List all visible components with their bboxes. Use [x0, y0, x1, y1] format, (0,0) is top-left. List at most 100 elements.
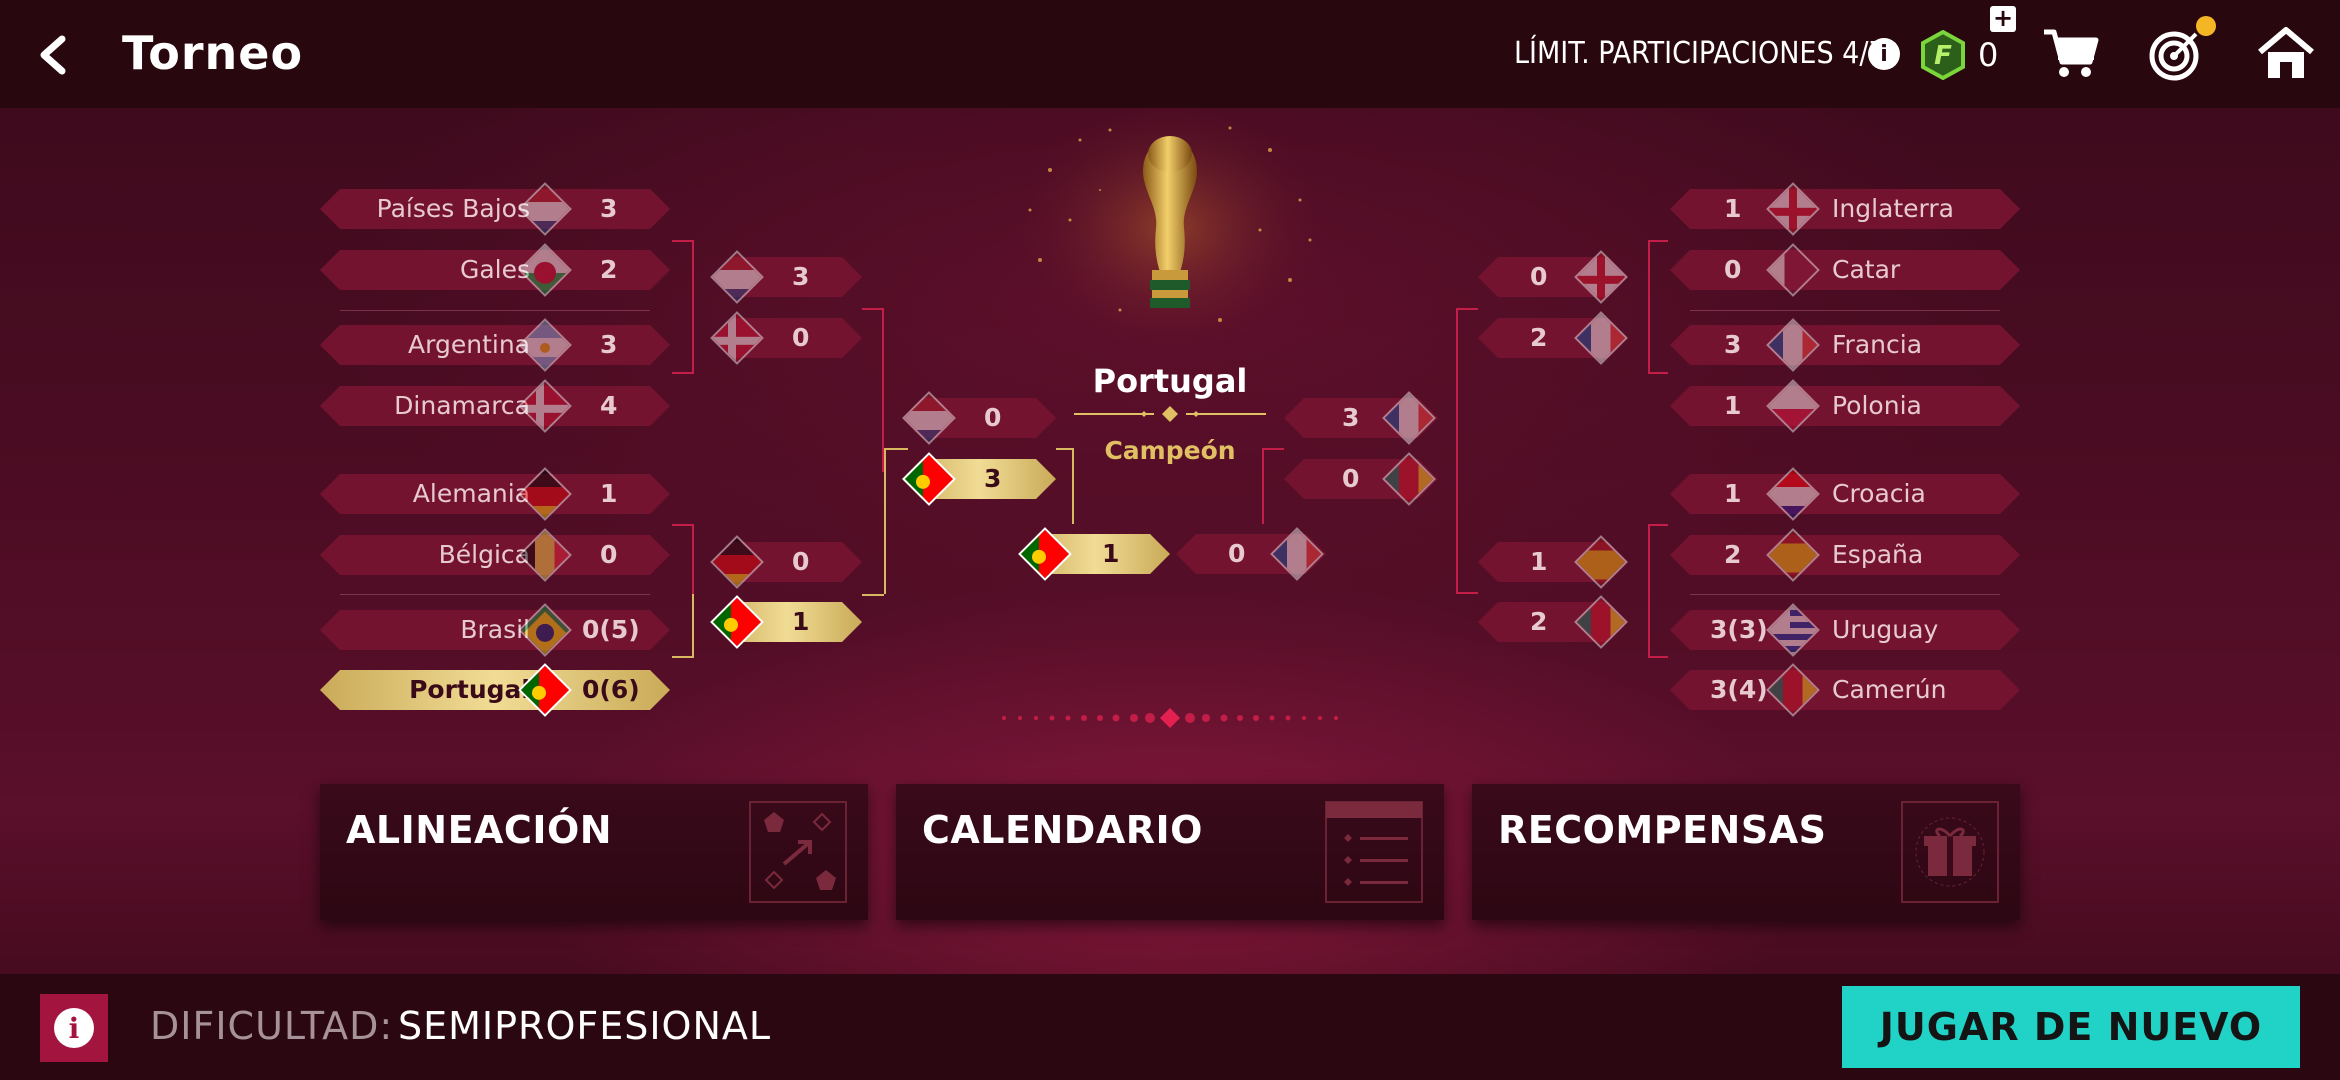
- calendar-icon: [1325, 801, 1423, 903]
- bracket-connector: [862, 308, 884, 472]
- coin-letter: F: [1934, 41, 1952, 71]
- match-entry-left-r16[interactable]: Gales 2: [320, 250, 670, 290]
- info-icon: i: [54, 1008, 94, 1048]
- match-entry-left-r16[interactable]: Argentina 3: [320, 325, 670, 365]
- participation-limit: LÍMIT. PARTICIPACIONES 4/7: [1514, 36, 1886, 71]
- card-title: CALENDARIO: [922, 808, 1203, 852]
- match-entry-right-r16[interactable]: 1 Polonia: [1670, 386, 2020, 426]
- team-name: Francia: [1832, 330, 1923, 359]
- team-score: 1: [1724, 479, 1742, 508]
- bracket-connector: [884, 478, 886, 594]
- team-name: Dinamarca: [394, 391, 530, 420]
- team-score: 0: [1228, 539, 1246, 568]
- team-score: 3: [600, 330, 618, 359]
- play-again-button[interactable]: JUGAR DE NUEVO: [1842, 986, 2300, 1068]
- team-name: Argentina: [408, 330, 530, 359]
- coin-count: 0: [1978, 36, 1999, 74]
- match-entry-right-r16[interactable]: 2 España: [1670, 535, 2020, 575]
- team-score: 1: [1530, 547, 1548, 576]
- group-separator: [1690, 594, 2000, 595]
- trophy-icon: [1010, 110, 1330, 370]
- bracket-connector: [672, 240, 694, 374]
- gift-icon: [1901, 801, 1999, 903]
- bracket-connector: [1056, 448, 1074, 524]
- team-score: 3: [1342, 403, 1360, 432]
- team-score: 1: [600, 479, 618, 508]
- bracket-connector: [862, 594, 884, 596]
- match-entry-left-r16-winner[interactable]: Portugal 0(6): [320, 670, 670, 710]
- card-title: RECOMPENSAS: [1498, 808, 1827, 852]
- difficulty-label: DIFICULTAD:: [150, 1004, 394, 1048]
- team-score: 3(3): [1710, 615, 1768, 644]
- target-icon[interactable]: [2146, 24, 2206, 84]
- champion-name: Portugal: [1092, 362, 1248, 400]
- team-score: 0(6): [582, 675, 640, 704]
- match-entry-left-r16[interactable]: Bélgica 0: [320, 535, 670, 575]
- team-name: Inglaterra: [1832, 194, 1954, 223]
- team-name: España: [1832, 540, 1924, 569]
- team-name: Polonia: [1832, 391, 1922, 420]
- team-score: 2: [1530, 323, 1548, 352]
- team-name: Alemania: [412, 479, 530, 508]
- team-name: Croacia: [1832, 479, 1926, 508]
- match-entry-right-r16[interactable]: 0 Catar: [1670, 250, 2020, 290]
- info-icon[interactable]: i: [1868, 38, 1900, 70]
- pagination-dots[interactable]: [1000, 706, 1340, 730]
- team-score: 3: [792, 262, 810, 291]
- team-score: 3: [1724, 330, 1742, 359]
- team-score: 3(4): [1710, 675, 1768, 704]
- champion-divider: [1074, 406, 1266, 422]
- bracket-connector: [1648, 524, 1668, 658]
- team-score: 2: [1724, 540, 1742, 569]
- lineup-card[interactable]: ALINEACIÓN: [320, 784, 868, 920]
- team-score: 0: [984, 403, 1002, 432]
- team-score: 0: [1342, 464, 1360, 493]
- team-score: 0: [792, 323, 810, 352]
- bracket-connector: [1262, 448, 1284, 524]
- team-score: 0(5): [582, 615, 640, 644]
- team-name: Uruguay: [1832, 615, 1939, 644]
- card-title: ALINEACIÓN: [346, 808, 613, 852]
- tactics-icon: [749, 801, 847, 903]
- plus-icon[interactable]: +: [1990, 6, 2016, 32]
- team-name: Catar: [1832, 255, 1901, 284]
- bracket-connector: [1648, 240, 1668, 374]
- bracket-connector: [884, 448, 908, 478]
- group-separator: [1690, 310, 2000, 311]
- match-entry-right-r16[interactable]: 1 Croacia: [1670, 474, 2020, 514]
- match-entry-left-r16[interactable]: Alemania 1: [320, 474, 670, 514]
- calendar-card[interactable]: CALENDARIO: [896, 784, 1444, 920]
- team-score: 0: [600, 540, 618, 569]
- team-score: 2: [600, 255, 618, 284]
- match-entry-right-r16[interactable]: 1 Inglaterra: [1670, 189, 2020, 229]
- rewards-card[interactable]: RECOMPENSAS: [1472, 784, 2020, 920]
- fc-coin-icon: F: [1918, 29, 1968, 81]
- page-title: Torneo: [122, 26, 304, 80]
- back-arrow-icon[interactable]: [28, 30, 78, 80]
- match-entry-right-r16[interactable]: 3(3) Uruguay: [1670, 610, 2020, 650]
- team-name: Portugal: [409, 675, 530, 704]
- group-separator: [340, 310, 650, 311]
- team-score: 4: [600, 391, 618, 420]
- match-entry-left-r16[interactable]: Brasil 0(5): [320, 610, 670, 650]
- team-name: Países Bajos: [376, 194, 530, 223]
- team-score: 0: [1724, 255, 1742, 284]
- champion-label: Campeón: [1104, 436, 1236, 465]
- difficulty-value: SEMIPROFESIONAL: [398, 1004, 772, 1048]
- team-name: Bélgica: [438, 540, 530, 569]
- notification-dot: [2196, 16, 2216, 36]
- match-entry-left-r16[interactable]: Dinamarca 4: [320, 386, 670, 426]
- team-score: 0: [792, 547, 810, 576]
- match-entry-right-r16[interactable]: 3(4) Camerún: [1670, 670, 2020, 710]
- team-score: 1: [1102, 539, 1120, 568]
- match-entry-left-r16[interactable]: Países Bajos 3: [320, 189, 670, 229]
- bracket-connector: [1456, 308, 1478, 594]
- match-entry-right-r16[interactable]: 3 Francia: [1670, 325, 2020, 365]
- home-icon[interactable]: [2256, 24, 2316, 84]
- bracket-connector: [672, 594, 694, 658]
- team-score: 2: [1530, 607, 1548, 636]
- cart-icon[interactable]: [2040, 24, 2100, 84]
- difficulty-info-button[interactable]: i: [40, 994, 108, 1062]
- team-score: 3: [600, 194, 618, 223]
- group-separator: [340, 594, 650, 595]
